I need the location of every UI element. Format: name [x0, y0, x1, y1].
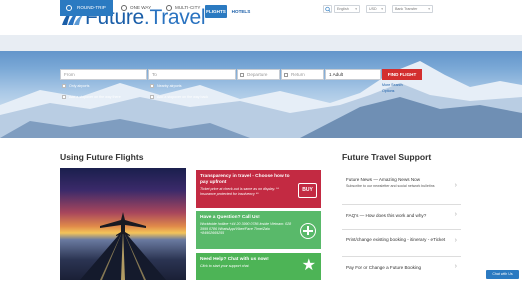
stopover-back-checkbox[interactable]: Add a stopover on the way back: [150, 95, 208, 100]
stopover-there-checkbox[interactable]: Add a stopover on the way there: [62, 95, 121, 100]
support-item-print-booking[interactable]: Print/change existing booking - itinerar…: [342, 229, 461, 256]
checkbox-box: [62, 95, 66, 99]
find-flight-button[interactable]: FIND FLIGHT: [382, 69, 422, 80]
stopover-back-label: Add a stopover on the way back: [157, 95, 209, 99]
calendar-icon: [284, 73, 288, 77]
chevron-down-icon: ▾: [428, 7, 430, 11]
plus-circle-icon: [300, 223, 316, 239]
multi-city-icon: [166, 5, 172, 11]
using-section-title: Using Future Flights: [60, 152, 144, 162]
payment-select[interactable]: Bank Transfer ▾: [392, 5, 433, 13]
support-item-news-label: Future News — Amazing News Now: [346, 177, 421, 182]
nearby-airports-checkbox[interactable]: Nearby airports: [150, 84, 182, 89]
passengers-select[interactable]: 1 Adult: [325, 69, 381, 80]
card-transparency[interactable]: Transparency in travel - Choose how to p…: [196, 170, 321, 208]
checkbox-box: [150, 95, 154, 99]
support-item-print-label: Print/change existing booking - itinerar…: [346, 237, 446, 242]
star-icon: ★: [301, 257, 316, 274]
page: Future.Travel FLIGHTS HOTELS English ▾ U…: [0, 0, 522, 281]
card-transparency-title: Transparency in travel - Choose how to p…: [200, 174, 290, 185]
card-call-us-body: Worldwide hotline +44 20 3990 0786 Insid…: [200, 222, 292, 236]
header-search-button[interactable]: [323, 5, 332, 13]
chevron-right-icon: ›: [454, 182, 457, 189]
card-chat-title: Need Help? Chat with us now!: [200, 257, 269, 262]
card-chat[interactable]: Need Help? Chat with us now! Click to st…: [196, 253, 321, 280]
round-trip-icon: [66, 5, 72, 11]
tab-round-trip[interactable]: ROUND-TRIP: [60, 0, 113, 16]
checkbox-box: [150, 84, 154, 88]
checkbox-box: [62, 84, 66, 88]
tab-one-way-label: ONE WAY: [130, 5, 152, 10]
stopover-there-label: Add a stopover on the way there: [69, 95, 121, 99]
return-placeholder: Return: [291, 72, 305, 77]
only-airports-checkbox-from[interactable]: Only airports: [62, 84, 89, 89]
support-section-title: Future Travel Support: [342, 152, 432, 162]
currency-select[interactable]: USD ▾: [366, 5, 386, 13]
payment-value: Bank Transfer: [395, 7, 418, 11]
tab-round-trip-label: ROUND-TRIP: [77, 5, 106, 10]
support-item-faq-label: FAQ's — How does this work and why?: [346, 213, 427, 218]
return-date-input[interactable]: Return: [281, 69, 324, 80]
card-transparency-body: Ticket price at check-out is same as on …: [200, 187, 279, 196]
buy-badge-icon: BUY: [298, 183, 317, 198]
chevron-down-icon: ▾: [381, 7, 383, 11]
card-chat-body: Click to start your support chat.: [200, 264, 250, 268]
card-call-us-title: Have a Question? Call Us!: [200, 215, 260, 220]
departure-placeholder: Departure: [247, 72, 268, 77]
support-item-faq[interactable]: FAQ's — How does this work and why? ›: [342, 204, 461, 229]
chevron-right-icon: ›: [454, 211, 457, 218]
search-tabs-bar: [0, 35, 522, 51]
chat-with-us-button[interactable]: Chat with Us: [486, 270, 519, 279]
only-airports-label: Only airports: [69, 84, 90, 88]
chevron-down-icon: ▾: [355, 7, 357, 11]
airplane-runway-image: [80, 212, 166, 280]
options-link[interactable]: Options: [382, 89, 394, 94]
support-item-news[interactable]: Future News — Amazing News Now Subscribe…: [342, 172, 461, 204]
nearby-airports-label: Nearby airports: [157, 84, 182, 88]
language-select[interactable]: English ▾: [334, 5, 360, 13]
language-value: English: [337, 7, 349, 11]
tab-multi-city-label: MULTI-CITY: [175, 5, 201, 10]
calendar-icon: [240, 73, 244, 77]
one-way-icon: [121, 5, 127, 11]
chevron-right-icon: ›: [454, 237, 457, 244]
chevron-right-icon: ›: [454, 263, 457, 270]
support-item-pay[interactable]: Pay For or Change a Future Booking ›: [342, 256, 461, 281]
card-call-us[interactable]: Have a Question? Call Us! Worldwide hotl…: [196, 211, 321, 249]
from-input[interactable]: From: [60, 69, 147, 80]
to-input[interactable]: To: [148, 69, 236, 80]
departure-date-input[interactable]: Departure: [237, 69, 280, 80]
currency-value: USD: [369, 7, 377, 11]
airplane-photo: [60, 168, 186, 280]
support-item-pay-label: Pay For or Change a Future Booking: [346, 265, 422, 270]
more-search-link[interactable]: More Search: [382, 83, 403, 88]
search-icon: [325, 6, 331, 12]
nav-hotels[interactable]: HOTELS: [230, 5, 252, 18]
support-item-news-sub: Subscribe to our newsletter and social n…: [346, 184, 435, 188]
tab-one-way[interactable]: ONE WAY: [118, 0, 158, 16]
tab-multi-city[interactable]: MULTI-CITY: [163, 0, 211, 16]
